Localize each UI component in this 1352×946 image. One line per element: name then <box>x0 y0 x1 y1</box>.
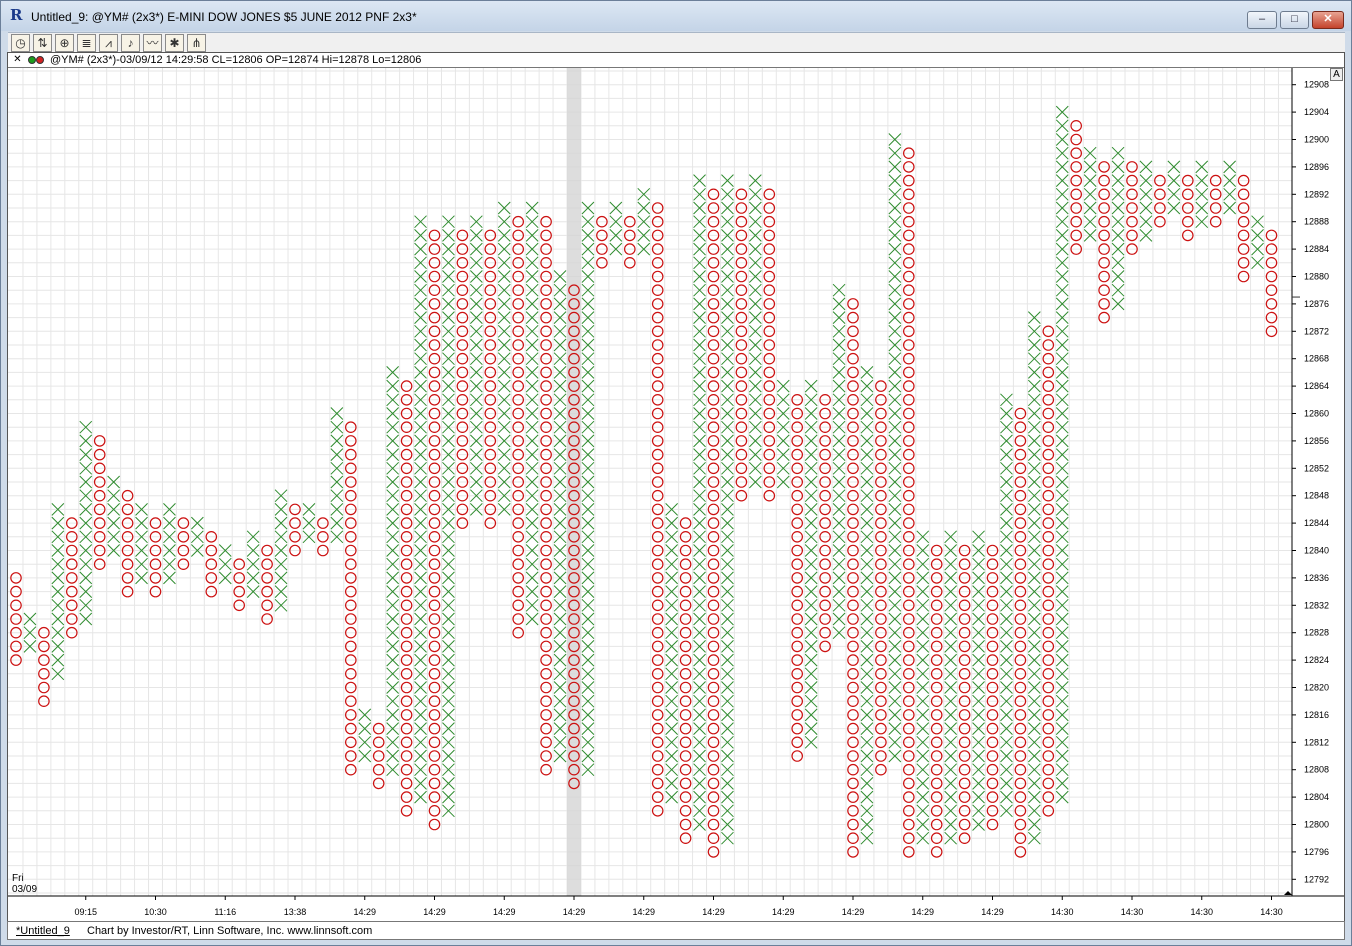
y-tick-label: 12840 <box>1304 546 1329 556</box>
y-tick-label: 12816 <box>1304 710 1329 720</box>
title-bar[interactable]: R Untitled_9: @YM# (2x3*) E-MINI DOW JON… <box>1 1 1351 31</box>
x-tick-label: 14:29 <box>911 907 934 917</box>
x-tick-label: 13:38 <box>284 907 307 917</box>
y-tick-label: 12836 <box>1304 573 1329 583</box>
bar-chart-icon[interactable]: ⇅ <box>33 34 52 52</box>
y-tick-label: 12812 <box>1304 737 1329 747</box>
day-label: Fri 03/09 <box>12 873 37 895</box>
red-status-icon <box>36 56 44 64</box>
maximize-button[interactable]: □ <box>1280 11 1309 29</box>
close-button[interactable]: ✕ <box>1312 11 1344 29</box>
x-tick-label: 14:29 <box>842 907 865 917</box>
fib-icon[interactable]: ⋔ <box>187 34 206 52</box>
auto-scale-button[interactable]: A <box>1330 68 1343 81</box>
y-tick-label: 12828 <box>1304 628 1329 638</box>
clock-icon[interactable]: ◷ <box>11 34 30 52</box>
chart-tab[interactable]: *Untitled_9 <box>16 925 70 937</box>
x-tick-label: 14:29 <box>772 907 795 917</box>
x-tick-label: 14:29 <box>353 907 376 917</box>
y-tick-label: 12908 <box>1304 80 1329 90</box>
status-bar: *Untitled_9 Chart by Investor/RT, Linn S… <box>7 921 1345 940</box>
y-tick-label: 12808 <box>1304 765 1329 775</box>
y-tick-label: 12800 <box>1304 820 1329 830</box>
x-tick-label: 14:29 <box>423 907 446 917</box>
y-tick-label: 12884 <box>1304 244 1329 254</box>
y-tick-label: 12832 <box>1304 600 1329 610</box>
indicator-icon[interactable]: 〰 <box>143 34 162 52</box>
credit-text: Chart by Investor/RT, Linn Software, Inc… <box>87 925 373 937</box>
x-tick-label: 14:30 <box>1260 907 1283 917</box>
y-tick-label: 12876 <box>1304 299 1329 309</box>
x-tick-label: 11:16 <box>214 907 236 917</box>
day-name: Fri <box>12 873 24 884</box>
pnf-chart[interactable]: 12792 12796 12800 12804 12808 12812 12816 12820… <box>8 68 1344 921</box>
window-title: Untitled_9: @YM# (2x3*) E-MINI DOW JONES… <box>31 10 417 24</box>
x-tick-label: 14:29 <box>632 907 655 917</box>
chart-info-text: @YM# (2x3*)-03/09/12 14:29:58 CL=12806 O… <box>50 54 422 66</box>
y-tick-label: 12848 <box>1304 491 1329 501</box>
day-date: 03/09 <box>12 884 38 895</box>
y-tick-label: 12900 <box>1304 135 1329 145</box>
x-tick-label: 14:29 <box>563 907 586 917</box>
y-tick-label: 12824 <box>1304 655 1329 665</box>
minimize-button[interactable]: – <box>1247 11 1277 29</box>
y-tick-label: 12896 <box>1304 162 1329 172</box>
y-tick-label: 12904 <box>1304 107 1329 117</box>
x-tick-label: 10:30 <box>144 907 167 917</box>
chart-info-bar: ✕ @YM# (2x3*)-03/09/12 14:29:58 CL=12806… <box>8 53 1344 68</box>
y-tick-label: 12868 <box>1304 354 1329 364</box>
green-status-icon <box>28 56 36 64</box>
y-tick-label: 12856 <box>1304 436 1329 446</box>
list-icon[interactable]: ≣ <box>77 34 96 52</box>
y-tick-label: 12880 <box>1304 272 1329 282</box>
y-tick-label: 12804 <box>1304 792 1329 802</box>
close-pane-icon[interactable]: ✕ <box>12 54 23 65</box>
y-tick-label: 12792 <box>1304 874 1329 884</box>
y-tick-label: 12852 <box>1304 463 1329 473</box>
x-tick-label: 14:30 <box>1051 907 1074 917</box>
y-tick-label: 12888 <box>1304 217 1329 227</box>
zoom-icon[interactable]: ⊕ <box>55 34 74 52</box>
y-tick-label: 12860 <box>1304 409 1329 419</box>
y-tick-label: 12796 <box>1304 847 1329 857</box>
line-chart-icon[interactable]: ⩘ <box>99 34 118 52</box>
draw-icon[interactable]: ✱ <box>165 34 184 52</box>
x-tick-label: 14:30 <box>1121 907 1144 917</box>
x-tick-label: 14:29 <box>493 907 516 917</box>
alert-bell-icon[interactable]: ♪ <box>121 34 140 52</box>
app-logo-icon: R <box>10 6 23 24</box>
x-tick-label: 14:29 <box>702 907 725 917</box>
chart-toolbar: ◷ ⇅ ⊕ ≣ ⩘ ♪ 〰 ✱ ⋔ <box>8 32 1345 53</box>
y-tick-label: 12892 <box>1304 189 1329 199</box>
x-tick-label: 14:29 <box>981 907 1004 917</box>
chart-frame: ✕ @YM# (2x3*)-03/09/12 14:29:58 CL=12806… <box>7 52 1345 940</box>
y-tick-label: 12864 <box>1304 381 1329 391</box>
y-tick-label: 12820 <box>1304 683 1329 693</box>
y-tick-label: 12844 <box>1304 518 1329 528</box>
x-tick-label: 09:15 <box>74 907 97 917</box>
y-tick-label: 12872 <box>1304 326 1329 336</box>
x-tick-label: 14:30 <box>1190 907 1213 917</box>
